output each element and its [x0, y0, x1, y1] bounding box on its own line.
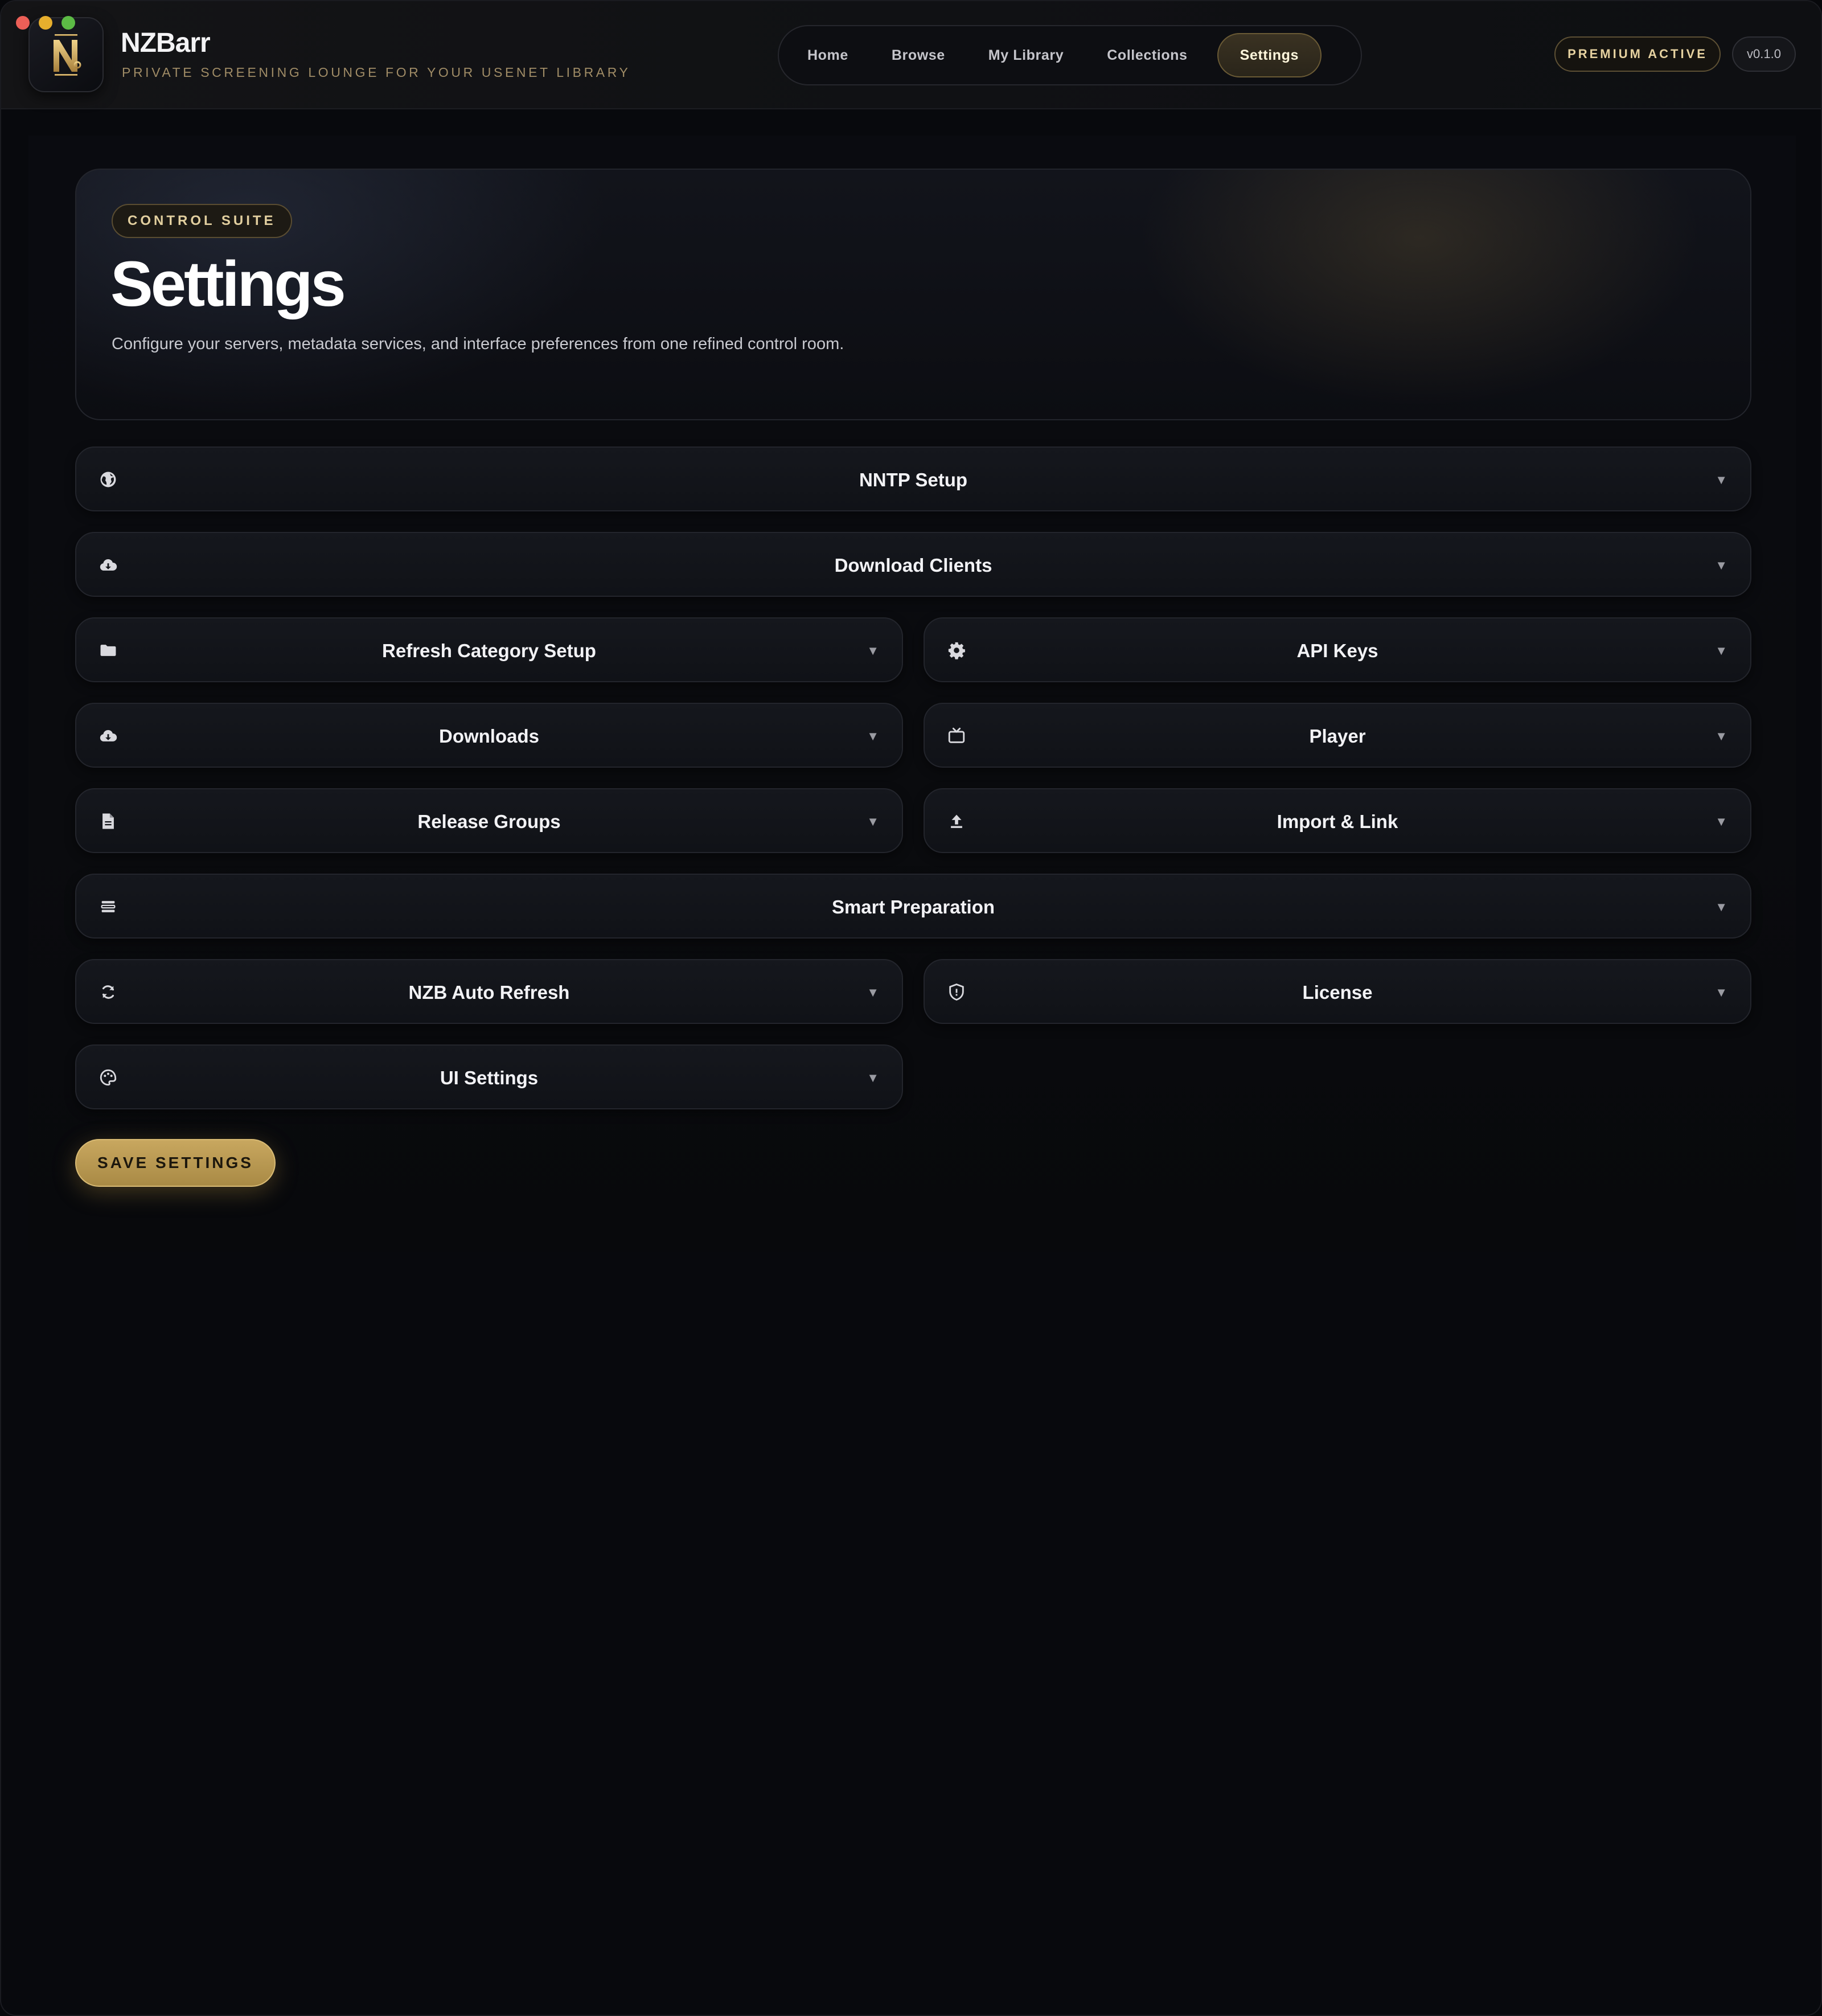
- window-controls: [16, 16, 75, 30]
- panel-refresh-category-setup[interactable]: Refresh Category Setup ▼: [75, 617, 903, 682]
- app-subtitle: PRIVATE SCREENING LOUNGE FOR YOUR USENET…: [122, 65, 631, 80]
- chevron-down-icon[interactable]: ▼: [867, 644, 879, 658]
- chevron-down-icon[interactable]: ▼: [1715, 814, 1727, 829]
- page-title: Settings: [110, 248, 346, 319]
- nav-settings[interactable]: Settings: [1217, 33, 1322, 77]
- panel-label: License: [1302, 982, 1373, 1003]
- panel-smart-preparation[interactable]: Smart Preparation ▼: [75, 874, 1751, 939]
- panel-license[interactable]: License ▼: [924, 959, 1751, 1024]
- premium-status-badge[interactable]: PREMIUM ACTIVE: [1554, 36, 1721, 72]
- panel-downloads[interactable]: Downloads ▼: [75, 703, 903, 768]
- panel-label: NNTP Setup: [859, 469, 968, 490]
- chevron-down-icon[interactable]: ▼: [1715, 900, 1727, 915]
- chevron-down-icon[interactable]: ▼: [867, 985, 879, 1000]
- nav-browse[interactable]: Browse: [870, 33, 967, 77]
- panel-player[interactable]: Player ▼: [924, 703, 1751, 768]
- panel-release-groups[interactable]: Release Groups ▼: [75, 788, 903, 853]
- maximize-window-button[interactable]: [61, 16, 75, 30]
- nav-home[interactable]: Home: [786, 33, 870, 77]
- main-nav: Home Browse My Library Collections Setti…: [778, 25, 1362, 85]
- panel-label: Smart Preparation: [831, 896, 995, 917]
- chevron-down-icon[interactable]: ▼: [1715, 729, 1727, 744]
- settings-page: CONTROL SUITE Settings Configure your se…: [28, 136, 1796, 1252]
- close-window-button[interactable]: [16, 16, 30, 30]
- nav-collections[interactable]: Collections: [1085, 33, 1209, 77]
- top-bar: NZBarr PRIVATE SCREENING LOUNGE FOR YOUR…: [1, 1, 1821, 109]
- panel-download-clients[interactable]: Download Clients ▼: [75, 532, 1751, 597]
- panel-ui-settings[interactable]: UI Settings ▼: [75, 1044, 903, 1109]
- panel-label: Refresh Category Setup: [382, 640, 596, 661]
- chevron-down-icon[interactable]: ▼: [867, 814, 879, 829]
- save-settings-button[interactable]: SAVE SETTINGS: [75, 1139, 276, 1187]
- chevron-down-icon[interactable]: ▼: [1715, 644, 1727, 658]
- nav-my-library[interactable]: My Library: [967, 33, 1085, 77]
- app-window: NZBarr PRIVATE SCREENING LOUNGE FOR YOUR…: [0, 0, 1822, 2016]
- chevron-down-icon[interactable]: ▼: [1715, 985, 1727, 1000]
- settings-hero: CONTROL SUITE Settings Configure your se…: [75, 169, 1751, 420]
- panel-label: UI Settings: [440, 1067, 539, 1088]
- panel-nzb-auto-refresh[interactable]: NZB Auto Refresh ▼: [75, 959, 903, 1024]
- panel-api-keys[interactable]: API Keys ▼: [924, 617, 1751, 682]
- panel-label: Import & Link: [1277, 811, 1398, 832]
- version-badge: v0.1.0: [1732, 36, 1796, 72]
- minimize-window-button[interactable]: [39, 16, 52, 30]
- panel-label: API Keys: [1296, 640, 1378, 661]
- panel-import-link[interactable]: Import & Link ▼: [924, 788, 1751, 853]
- nzbarr-logo-icon: [54, 34, 81, 76]
- chevron-down-icon[interactable]: ▼: [1715, 558, 1727, 573]
- panel-label: Downloads: [438, 726, 539, 747]
- panel-label: Release Groups: [417, 811, 561, 832]
- panel-nntp-setup[interactable]: NNTP Setup ▼: [75, 446, 1751, 511]
- chevron-down-icon[interactable]: ▼: [867, 729, 879, 744]
- chevron-down-icon[interactable]: ▼: [867, 1071, 879, 1085]
- app-title: NZBarr: [121, 28, 211, 58]
- chevron-down-icon[interactable]: ▼: [1715, 473, 1727, 487]
- control-suite-badge: CONTROL SUITE: [112, 204, 292, 238]
- panel-label: Download Clients: [834, 555, 992, 576]
- panel-label: NZB Auto Refresh: [408, 982, 570, 1003]
- panel-label: Player: [1309, 726, 1366, 747]
- page-description: Configure your servers, metadata service…: [112, 335, 844, 353]
